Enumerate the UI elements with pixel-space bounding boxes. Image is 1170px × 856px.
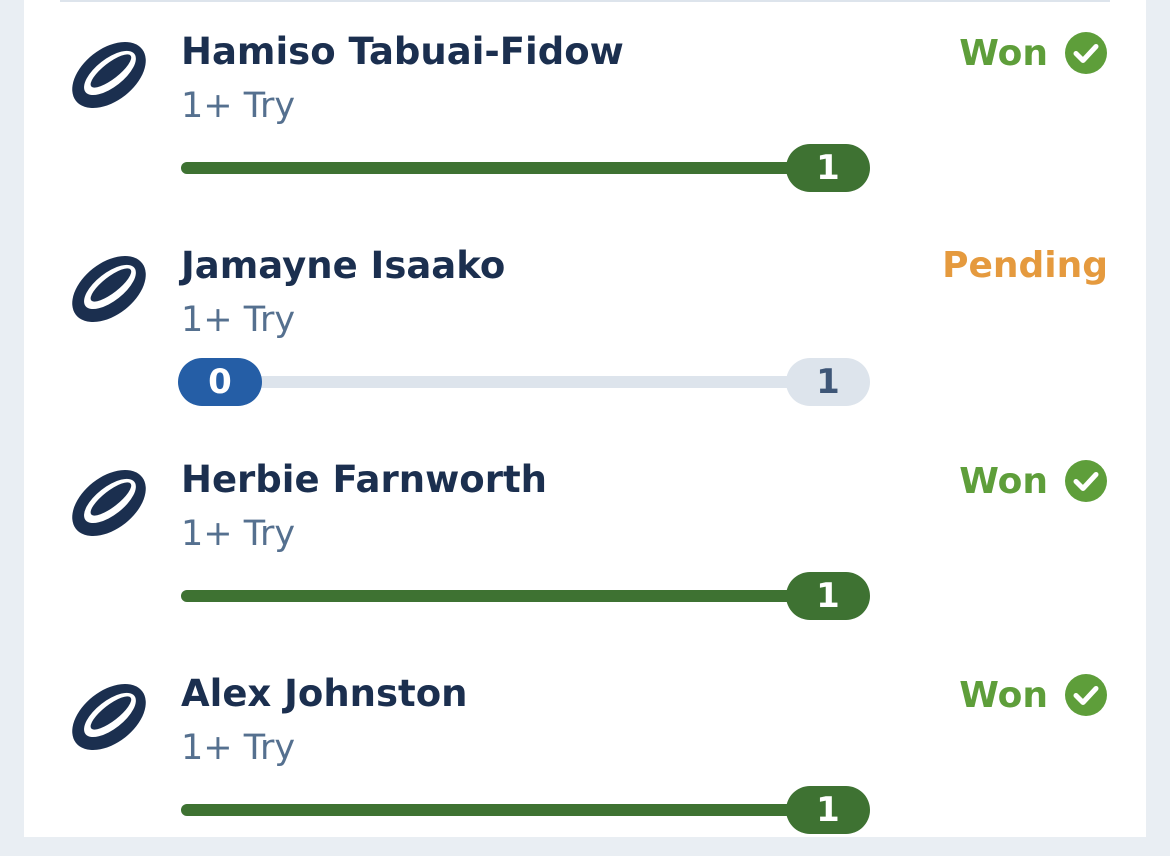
status-text: Won (959, 674, 1048, 716)
progress-fill (181, 804, 867, 816)
status-text: Pending (942, 245, 1108, 286)
status-text: Won (959, 32, 1048, 74)
player-name: Jamayne Isaako (181, 244, 506, 287)
check-circle-icon (1065, 32, 1107, 74)
check-circle-icon (1065, 674, 1107, 716)
bet-leg[interactable]: Alex Johnston 1+ Try Won 1 (24, 642, 1146, 856)
progress-fill (181, 162, 867, 174)
progress-track: 1 (181, 572, 870, 620)
player-name: Hamiso Tabuai-Fidow (181, 30, 624, 73)
status-badge: Pending (942, 245, 1108, 286)
market-label: 1+ Try (181, 300, 296, 340)
status-badge: Won (959, 31, 1108, 75)
multi-bet-legs-card: Hamiso Tabuai-Fidow 1+ Try Won 1 Jamayne… (24, 0, 1146, 837)
progress-target-pill: 1 (786, 358, 870, 406)
progress-track: 1 0 (178, 358, 870, 406)
bet-leg[interactable]: Jamayne Isaako 1+ Try Pending 1 0 (24, 214, 1146, 428)
progress-track: 1 (181, 144, 870, 192)
check-circle-icon (1065, 460, 1107, 502)
rugby-league-ball-icon (72, 470, 146, 536)
bet-leg[interactable]: Herbie Farnworth 1+ Try Won 1 (24, 428, 1146, 642)
status-badge: Won (959, 459, 1108, 503)
status-text: Won (959, 460, 1048, 502)
market-label: 1+ Try (181, 514, 296, 554)
market-label: 1+ Try (181, 728, 296, 768)
rugby-league-ball-icon (72, 684, 146, 750)
progress-current-pill: 0 (178, 358, 262, 406)
rugby-league-ball-icon (72, 42, 146, 108)
rugby-league-ball-icon (72, 256, 146, 322)
player-name: Herbie Farnworth (181, 458, 547, 501)
progress-target-pill: 1 (786, 572, 870, 620)
player-name: Alex Johnston (181, 672, 468, 715)
progress-track: 1 (181, 786, 870, 834)
progress-fill (181, 590, 867, 602)
market-label: 1+ Try (181, 86, 296, 126)
progress-target-pill: 1 (786, 144, 870, 192)
status-badge: Won (959, 673, 1108, 717)
progress-target-pill: 1 (786, 786, 870, 834)
bet-leg[interactable]: Hamiso Tabuai-Fidow 1+ Try Won 1 (24, 0, 1146, 214)
